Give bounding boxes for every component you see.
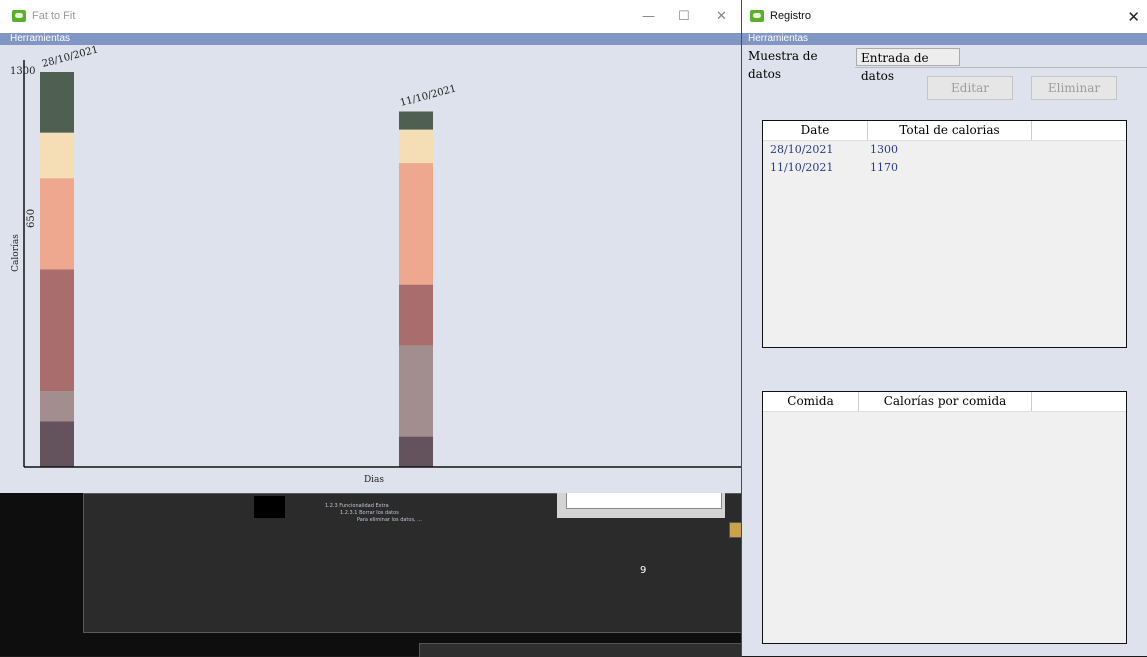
calories-chart: 1300 650 Calorías Dias 28/10/2021 11/10/… [10, 45, 741, 485]
background-doc-heading: 1.2.3 Funcionalidad Extra [325, 503, 389, 509]
column-header-date[interactable]: Date [763, 121, 868, 140]
meals-table[interactable]: Comida Calorías por comida [762, 391, 1127, 644]
y-tick-label: 650 [26, 209, 37, 228]
cell-total: 1300 [870, 143, 898, 156]
registro-titlebar[interactable]: Registro ✕ [742, 0, 1147, 33]
bar-segment [40, 269, 74, 392]
fat-to-fit-window: Fat to Fit — ☐ ✕ Herramientas 1300 650 C… [0, 0, 741, 493]
bar-segment [40, 178, 74, 270]
tools-menu[interactable]: Herramientas [742, 33, 1147, 45]
bar-segment [399, 163, 433, 285]
app-icon [12, 10, 26, 22]
cell-date: 11/10/2021 [770, 161, 834, 174]
table-row[interactable]: 11/10/2021 1170 [763, 159, 1126, 177]
tab-entrada-de-datos[interactable]: Entrada de datos [856, 48, 960, 83]
bar-segment [40, 72, 74, 133]
bar-segment [399, 345, 433, 437]
table-row[interactable]: 28/10/2021 1300 [763, 141, 1126, 159]
fat-to-fit-titlebar[interactable]: Fat to Fit — ☐ ✕ [0, 0, 741, 33]
bar-segment [40, 391, 74, 422]
background-page-number: 9 [640, 565, 647, 576]
records-table[interactable]: Date Total de calorias 28/10/2021 1300 1… [762, 120, 1127, 348]
column-header-comida[interactable]: Comida [763, 392, 859, 411]
background-panel-inner [566, 493, 722, 509]
bar-segment [399, 436, 433, 467]
maximize-button[interactable]: ☐ [678, 9, 690, 24]
meals-table-header: Comida Calorías por comida [763, 392, 1126, 412]
close-button[interactable]: ✕ [716, 9, 727, 24]
tab-divider [855, 67, 1147, 68]
tab-muestra-de-datos[interactable]: Muestra de datos [744, 47, 855, 81]
bar-date-label: 28/10/2021 [41, 45, 100, 70]
background-doc-text: Para eliminar los datos, ... [357, 517, 423, 523]
bar-segment [399, 129, 433, 164]
background-window [419, 643, 742, 657]
cell-date: 28/10/2021 [770, 143, 834, 156]
bar-segment [399, 111, 433, 130]
x-axis-title: Dias [364, 475, 384, 485]
edit-button[interactable]: Editar [927, 76, 1013, 100]
bar-segment [399, 284, 433, 346]
window-title: Registro [770, 10, 811, 22]
background-doc-subheading: 1.2.3.1 Borrar los datos [340, 510, 399, 516]
minimize-button[interactable]: — [642, 9, 655, 24]
y-axis-title: Calorías [10, 234, 21, 272]
bar-segment [40, 132, 74, 179]
delete-button[interactable]: Eliminar [1031, 76, 1117, 100]
bar-segment [40, 421, 74, 467]
y-tick-label: 1300 [10, 66, 35, 77]
background-block [254, 496, 285, 518]
registro-window: Registro ✕ Herramientas Muestra de datos… [741, 0, 1147, 656]
close-button[interactable]: ✕ [1127, 8, 1140, 26]
cell-total: 1170 [870, 161, 898, 174]
records-table-header: Date Total de calorias [763, 121, 1126, 141]
column-header-total[interactable]: Total de calorias [868, 121, 1032, 140]
app-icon [750, 10, 764, 22]
column-header-calorias[interactable]: Calorías por comida [859, 392, 1032, 411]
window-title: Fat to Fit [32, 10, 76, 22]
bar-date-label: 11/10/2021 [399, 83, 458, 109]
tools-menu[interactable]: Herramientas [0, 33, 741, 45]
